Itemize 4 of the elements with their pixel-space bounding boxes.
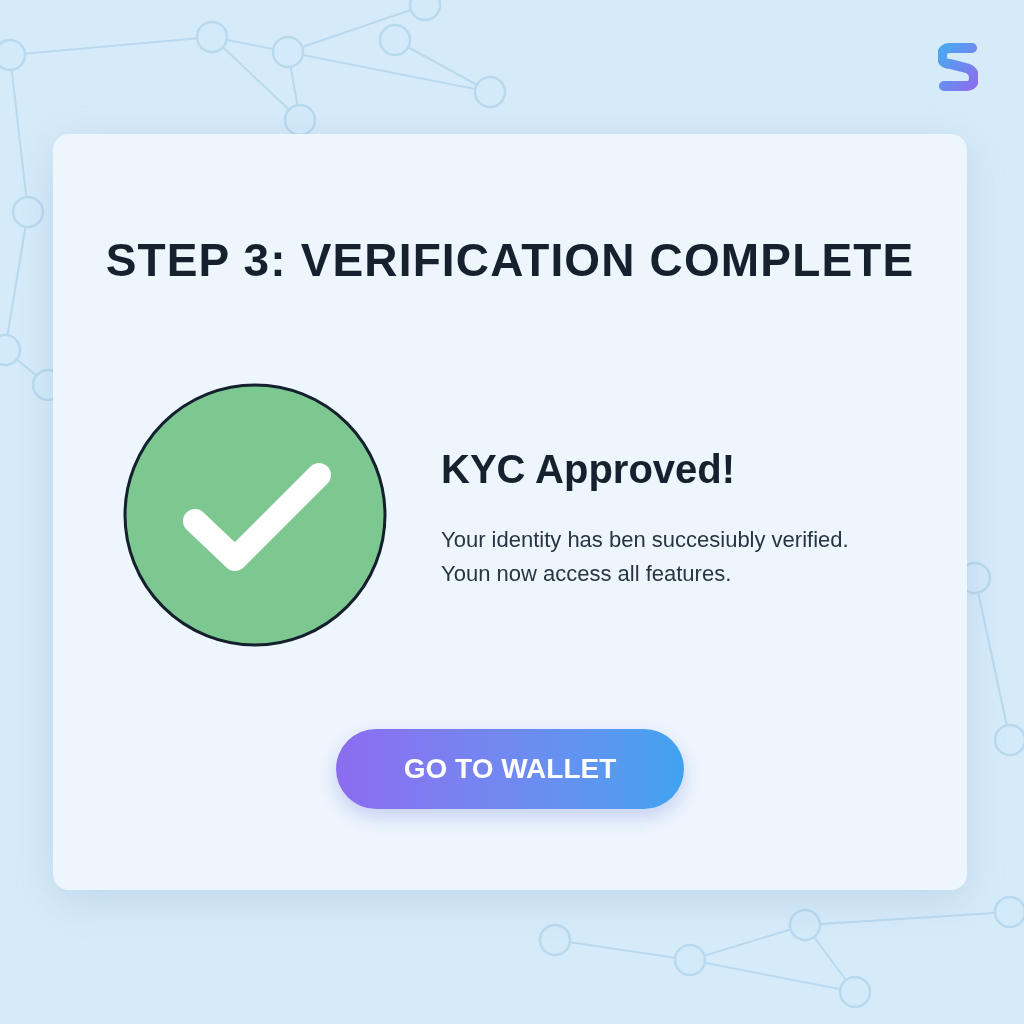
status-heading: KYC Approved! xyxy=(441,446,737,493)
page-title: STEP 3: VERIFICATION COMPLETE xyxy=(105,233,915,288)
go-to-wallet-button[interactable]: GO TO WALLET xyxy=(336,729,684,809)
status-message: Your identity has ben succesiubly verified. Youn now access all features. xyxy=(441,526,850,588)
